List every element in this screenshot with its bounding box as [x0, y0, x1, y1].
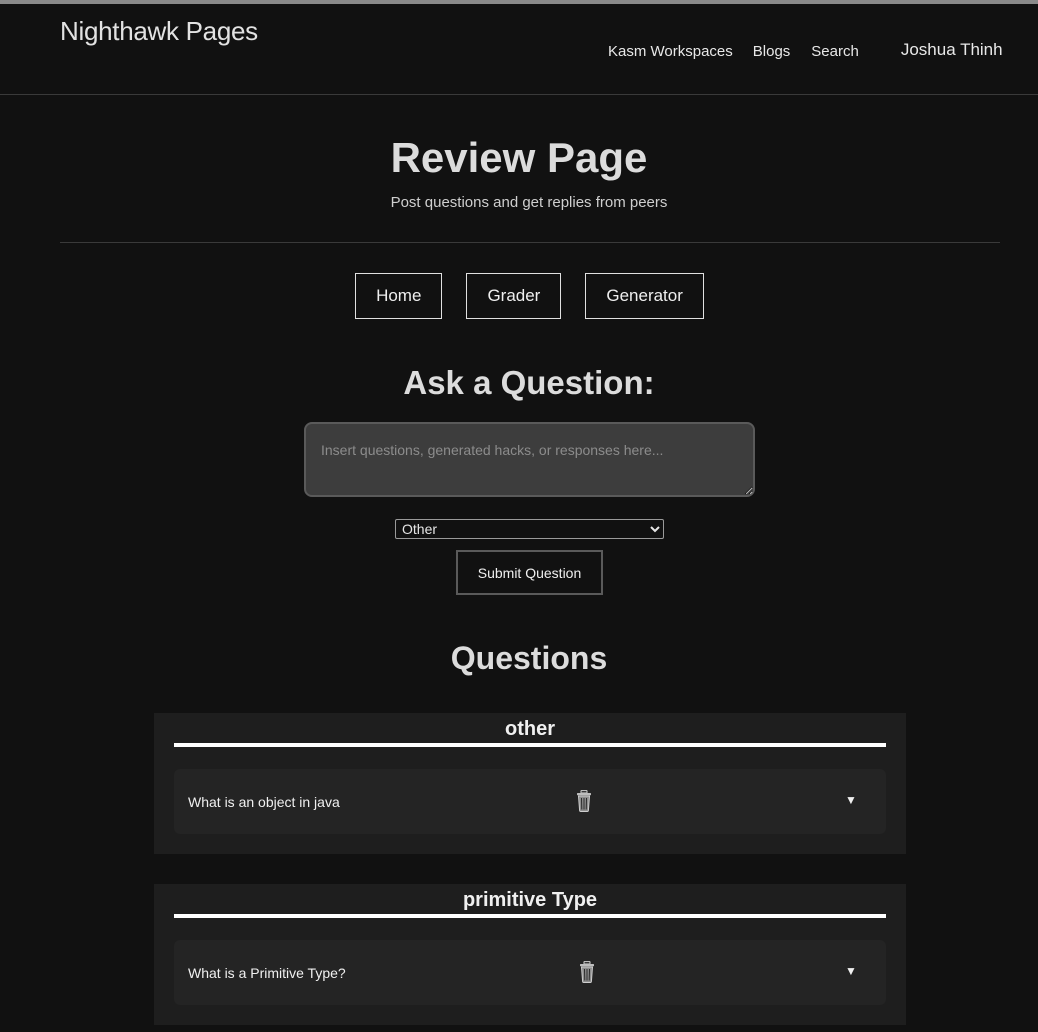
question-item[interactable]: What is a Primitive Type? ▼ [174, 940, 886, 1005]
ask-question-heading: Ask a Question: [403, 364, 655, 401]
category-heading: other [505, 718, 555, 740]
category-rule [174, 914, 886, 918]
submit-question-button[interactable]: Submit Question [456, 550, 603, 595]
chevron-down-icon[interactable]: ▼ [845, 964, 857, 978]
trash-icon[interactable] [576, 789, 592, 812]
page-button-row: Home Grader Generator [0, 273, 1038, 319]
section-divider [60, 242, 1000, 243]
category-card-other: other What is an object in java ▼ [154, 713, 906, 854]
question-text: What is an object in java [188, 794, 340, 810]
category-card-primitive-type: primitive Type What is a Primitive Type?… [154, 884, 906, 1025]
question-input[interactable] [304, 422, 755, 497]
chevron-down-icon[interactable]: ▼ [845, 793, 857, 807]
trash-icon[interactable] [579, 960, 595, 983]
question-item[interactable]: What is an object in java ▼ [174, 769, 886, 834]
site-header: Nighthawk Pages Kasm Workspaces Blogs Se… [0, 4, 1038, 95]
category-heading: primitive Type [462, 889, 598, 911]
nav-link-kasm-workspaces[interactable]: Kasm Workspaces [608, 43, 733, 60]
top-nav: Kasm Workspaces Blogs Search Joshua Thin… [608, 40, 1003, 61]
grader-button[interactable]: Grader [466, 273, 562, 319]
page-title: Review Page [390, 134, 648, 181]
page-subtitle: Post questions and get replies from peer… [390, 194, 668, 211]
home-button[interactable]: Home [355, 273, 443, 319]
nav-link-search[interactable]: Search [811, 43, 859, 60]
questions-heading: Questions [450, 640, 608, 676]
generator-button[interactable]: Generator [585, 273, 704, 319]
question-text: What is a Primitive Type? [188, 965, 346, 981]
nav-user-name[interactable]: Joshua Thinh [901, 40, 1003, 60]
nav-link-blogs[interactable]: Blogs [753, 43, 791, 60]
site-title-link[interactable]: Nighthawk Pages [60, 16, 258, 47]
category-rule [174, 743, 886, 747]
category-select[interactable]: Other [395, 519, 664, 539]
